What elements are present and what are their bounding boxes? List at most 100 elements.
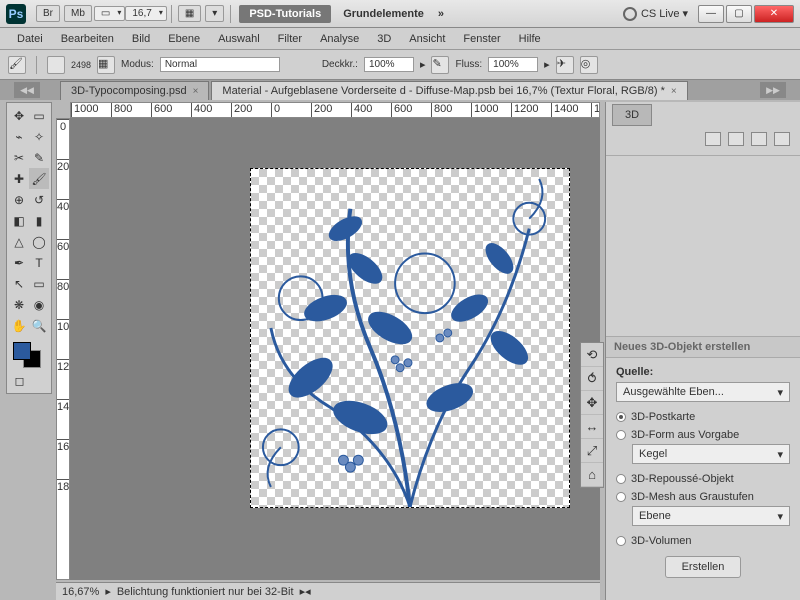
radio-shape[interactable] — [616, 430, 626, 440]
screen-mode-combo[interactable]: ▭ — [94, 6, 125, 21]
tab-label: Material - Aufgeblasene Vorderseite d - … — [222, 85, 664, 97]
close-button[interactable]: ✕ — [754, 5, 794, 23]
heal-tool[interactable]: ✚ — [9, 168, 29, 189]
scene-icon[interactable] — [705, 132, 721, 146]
panel-3d: 3D ⟲ ⥀ ✥ ↔ ⤢ ⌂ Neues 3D-Objekt erstellen… — [605, 102, 800, 600]
workspace-badge[interactable]: PSD-Tutorials — [239, 5, 331, 23]
blend-mode-combo[interactable] — [160, 57, 280, 72]
radio-postcard[interactable] — [616, 412, 626, 422]
workspace-name[interactable]: Grundelemente — [335, 5, 432, 23]
arrange-button[interactable]: ▦ — [178, 5, 201, 22]
bridge-button[interactable]: Br — [36, 5, 60, 22]
3d-home-tool[interactable]: ⌂ — [581, 463, 603, 487]
move-tool[interactable]: ✥ — [9, 105, 29, 126]
tool-preset-icon[interactable]: 🖌 — [8, 56, 26, 74]
eraser-tool[interactable]: ◧ — [9, 210, 29, 231]
ruler-horizontal[interactable]: 1000800600400200020040060080010001200140… — [70, 102, 600, 118]
radio-label: 3D-Postkarte — [631, 411, 695, 423]
stamp-tool[interactable]: ⊕ — [9, 189, 29, 210]
create-button[interactable]: Erstellen — [665, 556, 742, 578]
menu-3d[interactable]: 3D — [368, 30, 400, 48]
marquee-tool[interactable]: ▭ — [29, 105, 49, 126]
flow-arrow-icon[interactable]: ▸ — [544, 58, 550, 71]
menu-bearbeiten[interactable]: Bearbeiten — [52, 30, 123, 48]
panel-tab-3d[interactable]: 3D — [612, 104, 652, 126]
menu-hilfe[interactable]: Hilfe — [510, 30, 550, 48]
menu-filter[interactable]: Filter — [269, 30, 311, 48]
status-arrow-icon[interactable]: ▸ — [105, 585, 111, 598]
menu-analyse[interactable]: Analyse — [311, 30, 368, 48]
3d-roll-tool[interactable]: ⥀ — [581, 367, 603, 391]
close-icon[interactable]: × — [193, 86, 199, 97]
blur-tool[interactable]: △ — [9, 231, 29, 252]
pen-tool[interactable]: ✒ — [9, 252, 29, 273]
airbrush-icon[interactable]: ✈ — [556, 56, 574, 74]
shape-dropdown[interactable]: Kegel — [632, 444, 790, 464]
maximize-button[interactable]: ▢ — [726, 5, 752, 23]
brush-panel-icon[interactable]: ▦ — [97, 56, 115, 74]
menu-auswahl[interactable]: Auswahl — [209, 30, 269, 48]
material-icon[interactable] — [751, 132, 767, 146]
3d-scale-tool[interactable]: ⤢ — [581, 439, 603, 463]
path-tool[interactable]: ↖ — [9, 273, 29, 294]
flow-input[interactable] — [488, 57, 538, 72]
zoom-tool[interactable]: 🔍 — [29, 315, 49, 336]
flow-label: Fluss: — [455, 59, 482, 70]
zoom-combo[interactable]: 16,7 — [125, 6, 166, 21]
mesh-dropdown[interactable]: Ebene — [632, 506, 790, 526]
tablet-size-icon[interactable]: ◎ — [580, 56, 598, 74]
3d-tool[interactable]: ❋ — [9, 294, 29, 315]
radio-volume[interactable] — [616, 536, 626, 546]
light-icon[interactable] — [774, 132, 790, 146]
tablet-opacity-icon[interactable]: ✎ — [431, 56, 449, 74]
3d-tool-column: ⟲ ⥀ ✥ ↔ ⤢ ⌂ — [580, 342, 604, 488]
dodge-tool[interactable]: ◯ — [29, 231, 49, 252]
opacity-input[interactable] — [364, 57, 414, 72]
eyedropper-tool[interactable]: ✎ — [29, 147, 49, 168]
opacity-arrow-icon[interactable]: ▸ — [420, 58, 426, 71]
gradient-tool[interactable]: ▮ — [29, 210, 49, 231]
tab-scroll-left[interactable]: ◀◀ — [14, 82, 40, 98]
minibridge-button[interactable]: Mb — [64, 5, 92, 22]
crop-tool[interactable]: ✂ — [9, 147, 29, 168]
3d-slide-tool[interactable]: ↔ — [581, 415, 603, 439]
3d-pan-tool[interactable]: ✥ — [581, 391, 603, 415]
menu-ansicht[interactable]: Ansicht — [400, 30, 454, 48]
3d-rotate-tool[interactable]: ⟲ — [581, 343, 603, 367]
source-dropdown[interactable]: Ausgewählte Eben... — [616, 382, 790, 402]
type-tool[interactable]: T — [29, 252, 49, 273]
brush-tool[interactable]: 🖌 — [29, 168, 49, 189]
minimize-button[interactable]: — — [698, 5, 724, 23]
canvas-viewport[interactable] — [70, 118, 600, 580]
lasso-tool[interactable]: ⌁ — [9, 126, 29, 147]
radio-repousse[interactable] — [616, 474, 626, 484]
document-canvas[interactable] — [250, 168, 570, 508]
mesh-icon[interactable] — [728, 132, 744, 146]
wand-tool[interactable]: ✧ — [29, 126, 49, 147]
menu-fenster[interactable]: Fenster — [454, 30, 509, 48]
shape-tool[interactable]: ▭ — [29, 273, 49, 294]
menu-datei[interactable]: Datei — [8, 30, 52, 48]
close-icon[interactable]: × — [671, 86, 677, 97]
ruler-vertical[interactable]: 020040060080010001200140016001800 — [56, 118, 70, 580]
zoom-level[interactable]: 16,67% — [62, 586, 99, 598]
color-swatch[interactable] — [9, 340, 49, 370]
workspace-more[interactable]: » — [438, 8, 444, 20]
quickmask-icon[interactable]: ◻ — [9, 370, 30, 391]
radio-mesh[interactable] — [616, 492, 626, 502]
cslive-label[interactable]: CS Live — [641, 8, 680, 20]
radio-label: 3D-Repoussé-Objekt — [631, 473, 734, 485]
brush-preview-icon[interactable] — [47, 56, 65, 74]
hand-tool[interactable]: ✋ — [9, 315, 29, 336]
status-arrow-icon[interactable]: ▸◂ — [300, 585, 311, 598]
document-tab-2[interactable]: Material - Aufgeblasene Vorderseite d - … — [211, 81, 687, 100]
menu-bild[interactable]: Bild — [123, 30, 159, 48]
panel-section-header: Neues 3D-Objekt erstellen — [606, 336, 800, 358]
radio-label: 3D-Mesh aus Graustufen — [631, 491, 754, 503]
menu-ebene[interactable]: Ebene — [159, 30, 209, 48]
extras-button[interactable]: ▾ — [205, 5, 224, 22]
document-tab-1[interactable]: 3D-Typocomposing.psd × — [60, 81, 209, 100]
tab-scroll-right[interactable]: ▶▶ — [760, 82, 786, 98]
history-brush-tool[interactable]: ↺ — [29, 189, 49, 210]
3d-camera-tool[interactable]: ◉ — [29, 294, 49, 315]
